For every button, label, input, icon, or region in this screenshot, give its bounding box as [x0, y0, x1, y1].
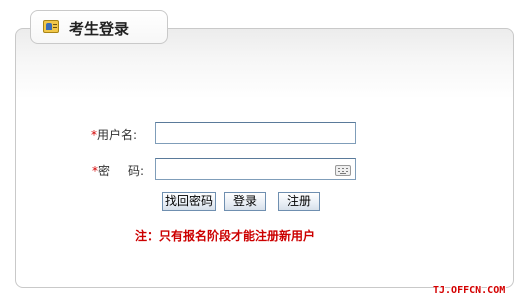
title-tab: 考生登录: [30, 10, 168, 44]
password-label: *密 码:: [92, 162, 144, 179]
registration-notice: 注：只有报名阶段才能注册新用户: [135, 229, 316, 243]
soft-keyboard-icon[interactable]: [335, 165, 351, 176]
login-page: 考生登录 *用户名: *密 码: 找回密码 登录 注册 注：只有报名阶段才能注册新…: [0, 0, 528, 300]
register-button[interactable]: 注册: [278, 192, 320, 211]
page-title: 考生登录: [69, 20, 130, 38]
find-password-button[interactable]: 找回密码: [162, 192, 216, 211]
password-label-part1: 密: [98, 164, 111, 178]
id-card-icon: [43, 20, 59, 33]
username-label: *用户名:: [91, 126, 137, 143]
login-button[interactable]: 登录: [224, 192, 266, 211]
site-watermark: TJ.OFFCN.COM: [433, 285, 506, 296]
password-label-part2: 码:: [128, 164, 145, 178]
password-input[interactable]: [155, 158, 356, 180]
username-input[interactable]: [155, 122, 356, 144]
username-label-text: 用户名:: [97, 128, 138, 142]
